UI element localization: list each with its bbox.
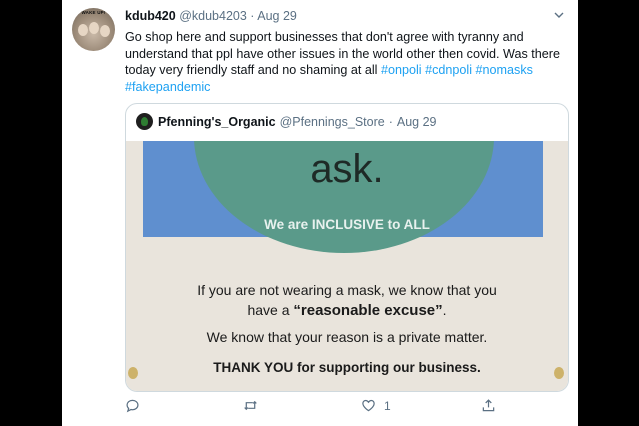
tweet-text: Go shop here and support businesses that… [125, 29, 565, 95]
hashtag-link[interactable]: #cdnpoli [425, 63, 472, 77]
sign-line-4: THANK YOU for supporting our business. [213, 360, 481, 375]
handle[interactable]: @kdub4203 [179, 9, 247, 23]
quoted-tweet-header: Pfenning's_Organic @Pfennings_Store · Au… [136, 113, 437, 130]
separator-dot: · [388, 114, 393, 129]
sign-big-word: ask. [310, 147, 384, 191]
like-icon [362, 399, 375, 412]
share-icon [482, 399, 495, 412]
tape-pin [554, 367, 564, 379]
tweet-card[interactable]: WAKE UP! kdub420 @kdub4203 · Aug 29 Go s… [62, 0, 578, 426]
chevron-down-icon[interactable] [554, 10, 564, 20]
quoted-display-name[interactable]: Pfenning's_Organic [158, 115, 276, 129]
sign-line-2: have a “reasonable excuse”. [126, 302, 568, 319]
avatar-face [78, 24, 88, 36]
tweet-header: kdub420 @kdub4203 · Aug 29 [125, 9, 297, 23]
sign-inclusive-text: We are INCLUSIVE to ALL [264, 217, 430, 232]
tape-pin [128, 367, 138, 379]
like-button[interactable]: 1 [361, 398, 391, 413]
quoted-tweet[interactable]: Pfenning's_Organic @Pfennings_Store · Au… [125, 103, 569, 392]
sign-line-1: If you are not wearing a mask, we know t… [197, 282, 497, 298]
separator-dot: · [250, 9, 255, 23]
avatar[interactable]: WAKE UP! [72, 8, 115, 51]
sign-line-2-bold: “reasonable excuse” [293, 302, 443, 319]
avatar-banner-text: WAKE UP! [81, 10, 106, 15]
hashtag-link[interactable]: #onpoli [381, 63, 422, 77]
reply-icon [126, 399, 139, 413]
tweet-actions: 1 [125, 398, 565, 418]
quoted-photo[interactable]: ask. We are INCLUSIVE to ALL If you are … [126, 141, 568, 391]
reply-button[interactable] [125, 398, 140, 413]
like-count: 1 [384, 398, 391, 413]
share-button[interactable] [481, 398, 496, 413]
sign-line-2-post: . [442, 302, 447, 318]
hashtag-link[interactable]: #fakepandemic [125, 80, 210, 94]
tweet-date[interactable]: Aug 29 [257, 9, 297, 23]
sign-line-2-pre: have a [247, 302, 294, 318]
avatar-face [100, 25, 110, 37]
quoted-avatar[interactable] [136, 113, 153, 130]
display-name[interactable]: kdub420 [125, 9, 176, 23]
retweet-button[interactable] [243, 398, 258, 413]
avatar-face [89, 22, 99, 34]
retweet-icon [244, 400, 257, 411]
hashtag-link[interactable]: #nomasks [476, 63, 533, 77]
quoted-handle[interactable]: @Pfennings_Store [280, 115, 385, 129]
sign-line-3: We know that your reason is a private ma… [206, 329, 488, 345]
quoted-date[interactable]: Aug 29 [397, 115, 437, 129]
